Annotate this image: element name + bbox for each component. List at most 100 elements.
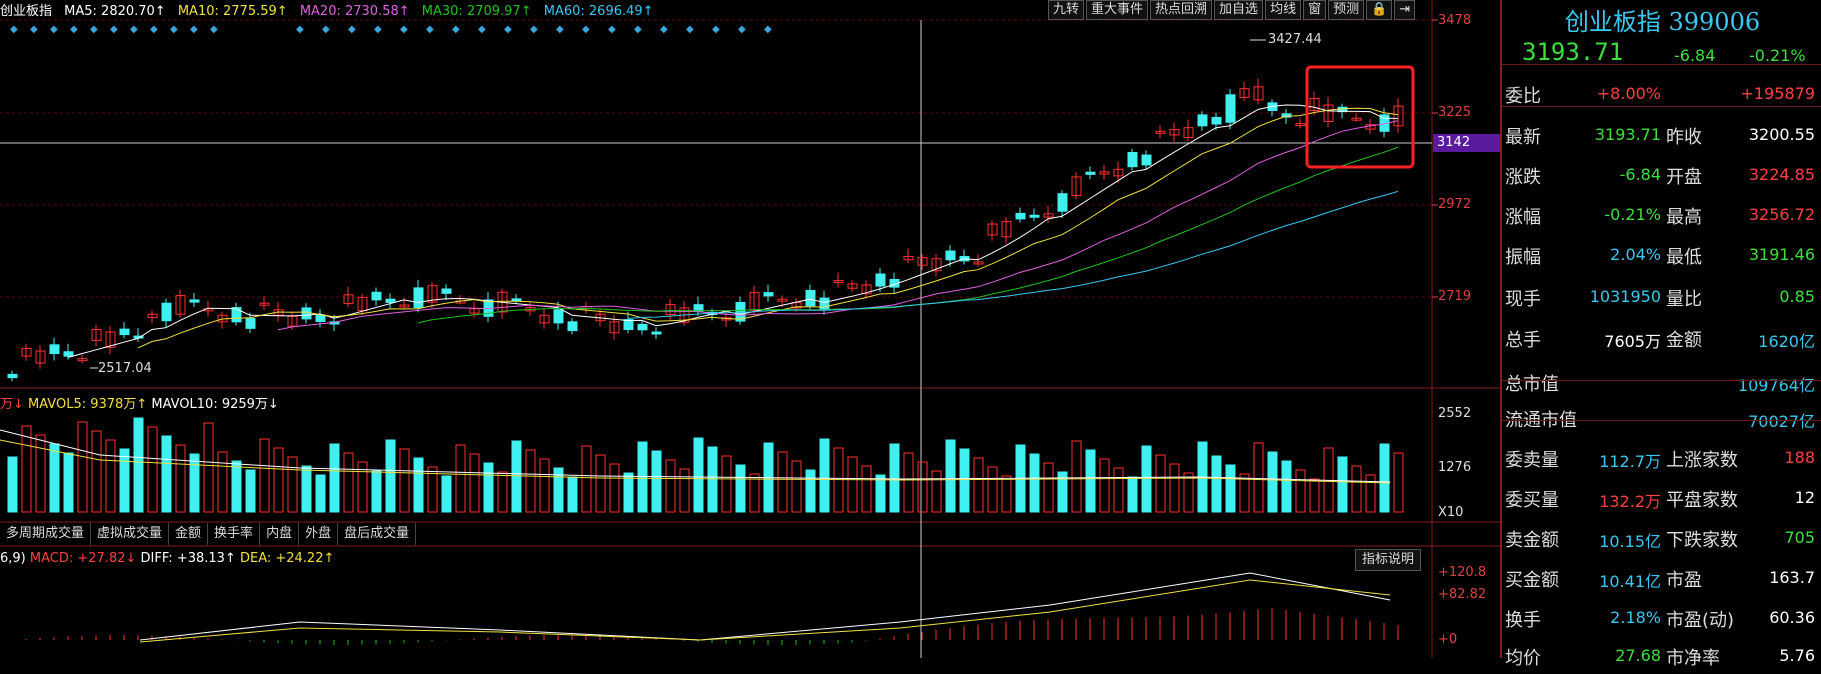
quote-value-2: 3256.72 bbox=[1748, 205, 1815, 224]
volume-bar bbox=[483, 462, 494, 513]
toolbar-forecast-button[interactable]: 预测 bbox=[1328, 0, 1365, 20]
quote-row: 委买量 132.2万 平盘家数 12 bbox=[1502, 478, 1821, 516]
candle-body bbox=[301, 307, 312, 320]
candle-body bbox=[441, 288, 452, 294]
tab-inner[interactable]: 内盘 bbox=[260, 523, 300, 545]
quote-value: +8.00% bbox=[1596, 84, 1661, 103]
quote-panel: 创业板指 399006 3193.71 -6.84 -0.21% 委比 +8.00… bbox=[1500, 0, 1821, 669]
volume-bar bbox=[721, 455, 732, 513]
quote-label: 振幅 bbox=[1505, 247, 1541, 268]
ma60-label: MA60: 2696.49↑ bbox=[543, 4, 654, 19]
volume-bar bbox=[7, 456, 18, 513]
volume-bar bbox=[819, 438, 830, 513]
panel-divider bbox=[1502, 64, 1821, 65]
quote-value-2: 705 bbox=[1784, 528, 1815, 547]
quote-value: 2.18% bbox=[1610, 608, 1661, 627]
macd-tick: +120.8 bbox=[1438, 565, 1487, 580]
volume-bar bbox=[693, 437, 704, 513]
candle-body bbox=[945, 250, 956, 261]
volume-bar bbox=[973, 457, 984, 513]
volume-bar bbox=[791, 460, 802, 513]
ma60-line bbox=[627, 190, 1399, 319]
volume-bar bbox=[889, 443, 900, 513]
volume-bar bbox=[1211, 455, 1222, 513]
volume-bar bbox=[1253, 442, 1264, 513]
volume-bar bbox=[217, 451, 228, 513]
quote-label: 买金额 bbox=[1505, 570, 1559, 591]
volume-bar bbox=[1225, 464, 1236, 513]
tab-afterhours[interactable]: 盘后成交量 bbox=[338, 523, 417, 545]
ma30-label: MA30: 2709.97↑ bbox=[421, 4, 532, 19]
volume-bar bbox=[413, 457, 424, 513]
candle-body bbox=[623, 319, 634, 330]
tab-virtual-volume[interactable]: 虚拟成交量 bbox=[91, 523, 170, 545]
volume-bar bbox=[371, 470, 382, 513]
toolbar-hotspot-button[interactable]: 热点回溯 bbox=[1150, 0, 1213, 20]
volume-bar bbox=[567, 476, 578, 513]
toolbar-add-watchlist-button[interactable]: 加自选 bbox=[1214, 0, 1264, 20]
volume-bar bbox=[1141, 445, 1152, 513]
quote-label: 换手 bbox=[1505, 610, 1541, 631]
quote-value-2: 109764亿 bbox=[1737, 376, 1815, 395]
ma5-label: MA5: 2820.70↑ bbox=[64, 4, 166, 19]
volume-bar bbox=[231, 460, 242, 513]
volume-bar bbox=[497, 471, 508, 513]
toolbar-window-button[interactable]: 窗 bbox=[1303, 0, 1327, 20]
event-diamond: ◆ bbox=[150, 24, 158, 35]
volume-bar bbox=[105, 439, 116, 513]
macd-tick: +0 bbox=[1438, 632, 1458, 647]
exit-icon[interactable]: ⇥ bbox=[1394, 0, 1416, 20]
quote-row: 涨跌 -6.84 开盘 3224.85 bbox=[1502, 155, 1821, 193]
quote-label-2: 上涨家数 bbox=[1666, 450, 1738, 471]
ma20-label: MA20: 2730.58↑ bbox=[299, 4, 410, 19]
tab-multi-volume[interactable]: 多周期成交量 bbox=[0, 523, 92, 545]
event-diamond: ◆ bbox=[170, 24, 178, 35]
volume-bar bbox=[315, 474, 326, 513]
quote-row: 买金额 10.41亿 市盈 163.7 bbox=[1502, 558, 1821, 596]
volume-bar bbox=[399, 448, 410, 513]
lock-icon[interactable]: 🔒 bbox=[1366, 0, 1393, 20]
low-annotation: 2517.04 bbox=[98, 361, 152, 376]
candle-body bbox=[245, 318, 256, 329]
chart-toolbar: 九转 重大事件 热点回溯 加自选 均线 窗 预测 🔒 ⇥ bbox=[1046, 0, 1416, 20]
quote-value: 112.7万 bbox=[1599, 452, 1661, 471]
candle-body bbox=[875, 273, 886, 287]
candle-body bbox=[1225, 94, 1236, 123]
tab-amount[interactable]: 金额 bbox=[169, 523, 209, 545]
volume-bar bbox=[1351, 465, 1362, 513]
diff-label: DIFF: +38.13↑ bbox=[140, 551, 236, 566]
volume-bar bbox=[1155, 454, 1166, 513]
index-name: 创业板指 bbox=[0, 4, 53, 19]
tab-outer[interactable]: 外盘 bbox=[299, 523, 339, 545]
event-diamond: ◆ bbox=[30, 24, 38, 35]
volume-bar bbox=[875, 474, 886, 513]
quote-row: 均价 27.68 市净率 5.76 bbox=[1502, 636, 1821, 674]
toolbar-events-button[interactable]: 重大事件 bbox=[1086, 0, 1149, 20]
quote-label: 涨跌 bbox=[1505, 167, 1541, 188]
event-diamond: ◆ bbox=[190, 24, 198, 35]
volume-tabs: 多周期成交量 虚拟成交量 金额 换手率 内盘 外盘 盘后成交量 bbox=[0, 523, 417, 545]
candle-body bbox=[511, 298, 522, 302]
volume-bar bbox=[539, 458, 550, 513]
toolbar-jiuzhuan-button[interactable]: 九转 bbox=[1048, 0, 1085, 20]
volume-bar bbox=[511, 440, 522, 513]
quote-row: 换手 2.18% 市盈(动) 60.36 bbox=[1502, 598, 1821, 636]
quote-value: 10.41亿 bbox=[1599, 572, 1661, 591]
volume-bar bbox=[147, 426, 158, 513]
tab-turnover[interactable]: 换手率 bbox=[208, 523, 261, 545]
event-diamond: ◆ bbox=[70, 24, 78, 35]
quote-label-2: 开盘 bbox=[1666, 167, 1702, 188]
event-diamond: ◆ bbox=[296, 24, 304, 35]
volume-bar bbox=[931, 470, 942, 513]
volume-bar bbox=[987, 466, 998, 513]
event-diamond: ◆ bbox=[504, 24, 512, 35]
quote-value: 2.04% bbox=[1610, 245, 1661, 264]
candle-body bbox=[1211, 116, 1222, 125]
macd-params: 6,9) bbox=[0, 551, 26, 566]
quote-value-2: +195879 bbox=[1740, 84, 1815, 103]
kline-chart-area[interactable]: ◆ ◆ ◆ ◆ ◆ ◆ ◆ ◆ ◆ ◆ ◆ ◆ ◆ ◆ ◆ ◆ ◆ ◆ ◆ ◆ ◆ ◆ ◆ ◆ ◆ ◆ ◆ ◆ ◆ ◆ 创业板指 MA5:… bbox=[0, 0, 1501, 658]
quote-value: -0.21% bbox=[1604, 205, 1661, 224]
toolbar-ma-button[interactable]: 均线 bbox=[1265, 0, 1302, 20]
indicator-help-button[interactable]: 指标说明 bbox=[1355, 549, 1422, 571]
quote-label-2: 下跌家数 bbox=[1666, 530, 1738, 551]
